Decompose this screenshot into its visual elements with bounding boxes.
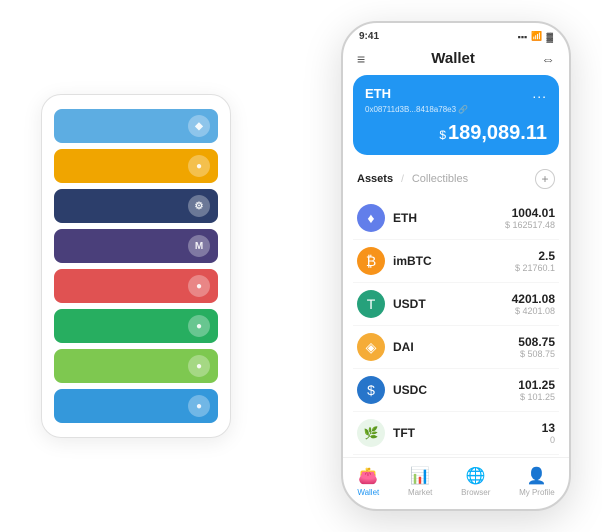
assets-header: Assets / Collectibles + — [343, 165, 569, 197]
asset-name-imbtc: imBTC — [393, 254, 432, 268]
card-stack: ◆ ● ⚙ M ● ● ● ● — [41, 94, 231, 438]
card-item-2[interactable]: ⚙ — [54, 189, 218, 223]
eth-balance: $189,089.11 — [365, 122, 547, 145]
asset-icon-usdt: T — [357, 290, 385, 318]
table-row[interactable]: ♦ ETH 1004.01$ 162517.48 — [353, 197, 559, 240]
eth-card[interactable]: ETH ... 0x08711d3B...8418a78e3 🔗 $189,08… — [353, 75, 559, 155]
nav-item-browser[interactable]: 🌐 Browser — [461, 466, 490, 497]
page-title: Wallet — [431, 50, 475, 67]
asset-icon-eth: ♦ — [357, 204, 385, 232]
asset-name-dai: DAI — [393, 340, 414, 354]
asset-amount-usdt: 4201.08 — [512, 292, 555, 306]
asset-icon-dai: ◈ — [357, 333, 385, 361]
tab-divider: / — [401, 174, 404, 185]
battery-icon: ▓ — [546, 32, 553, 42]
card-icon-1: ● — [188, 155, 210, 177]
asset-right-5: 130 — [542, 421, 555, 445]
asset-right-1: 2.5$ 21760.1 — [515, 249, 555, 273]
scene: ◆ ● ⚙ M ● ● ● ● 9:41 ▪▪▪ 📶 ▓ ≡ Wallet ⇔ ETH ...… — [11, 11, 591, 521]
table-row[interactable]: ₿ imBTC 2.5$ 21760.1 — [353, 240, 559, 283]
asset-left-5: 🌿 TFT — [357, 419, 415, 447]
asset-name-tft: TFT — [393, 426, 415, 440]
asset-right-4: 101.25$ 101.25 — [518, 378, 555, 402]
card-icon-0: ◆ — [188, 115, 210, 137]
card-icon-5: ● — [188, 315, 210, 337]
nav-icon-my-profile: 👤 — [527, 466, 547, 486]
asset-amount-usdc: 101.25 — [518, 378, 555, 392]
asset-amount-eth: 1004.01 — [505, 206, 555, 220]
table-row[interactable]: 🌿 TFT 130 — [353, 412, 559, 455]
card-item-3[interactable]: M — [54, 229, 218, 263]
asset-name-usdc: USDC — [393, 383, 427, 397]
nav-label-browser: Browser — [461, 488, 490, 497]
asset-usd-tft: 0 — [542, 435, 555, 445]
asset-left-2: T USDT — [357, 290, 426, 318]
eth-label: ETH — [365, 86, 391, 101]
menu-icon[interactable]: ≡ — [357, 51, 365, 67]
asset-left-4: $ USDC — [357, 376, 427, 404]
asset-right-3: 508.75$ 508.75 — [518, 335, 555, 359]
asset-amount-tft: 13 — [542, 421, 555, 435]
card-icon-4: ● — [188, 275, 210, 297]
asset-usd-eth: $ 162517.48 — [505, 220, 555, 230]
asset-right-0: 1004.01$ 162517.48 — [505, 206, 555, 230]
card-item-5[interactable]: ● — [54, 309, 218, 343]
nav-label-wallet: Wallet — [357, 488, 379, 497]
card-icon-6: ● — [188, 355, 210, 377]
card-icon-2: ⚙ — [188, 195, 210, 217]
card-item-6[interactable]: ● — [54, 349, 218, 383]
table-row[interactable]: ◈ DAI 508.75$ 508.75 — [353, 326, 559, 369]
card-icon-7: ● — [188, 395, 210, 417]
nav-icon-market: 📊 — [410, 466, 430, 486]
asset-amount-dai: 508.75 — [518, 335, 555, 349]
card-item-1[interactable]: ● — [54, 149, 218, 183]
bottom-nav: 👛 Wallet 📊 Market 🌐 Browser 👤 My Profile — [343, 457, 569, 509]
nav-item-market[interactable]: 📊 Market — [408, 466, 432, 497]
table-row[interactable]: $ USDC 101.25$ 101.25 — [353, 369, 559, 412]
eth-more-button[interactable]: ... — [532, 85, 547, 101]
eth-card-header: ETH ... — [365, 85, 547, 101]
asset-name-usdt: USDT — [393, 297, 426, 311]
asset-left-0: ♦ ETH — [357, 204, 417, 232]
card-item-7[interactable]: ● — [54, 389, 218, 423]
wifi-icon: 📶 — [531, 31, 542, 42]
asset-icon-usdc: $ — [357, 376, 385, 404]
phone-frame: 9:41 ▪▪▪ 📶 ▓ ≡ Wallet ⇔ ETH ... 0x08711d… — [341, 21, 571, 511]
asset-right-2: 4201.08$ 4201.08 — [512, 292, 555, 316]
tab-assets[interactable]: Assets — [357, 173, 393, 185]
currency-symbol: $ — [439, 128, 446, 142]
asset-icon-imbtc: ₿ — [357, 247, 385, 275]
asset-list: ♦ ETH 1004.01$ 162517.48 ₿ imBTC 2.5$ 21760.1… — [343, 197, 569, 457]
asset-usd-dai: $ 508.75 — [518, 349, 555, 359]
asset-left-1: ₿ imBTC — [357, 247, 432, 275]
eth-address: 0x08711d3B...8418a78e3 🔗 — [365, 105, 547, 114]
card-item-0[interactable]: ◆ — [54, 109, 218, 143]
nav-item-my-profile[interactable]: 👤 My Profile — [519, 466, 555, 497]
status-bar: 9:41 ▪▪▪ 📶 ▓ — [343, 23, 569, 46]
nav-item-wallet[interactable]: 👛 Wallet — [357, 466, 379, 497]
phone-header: ≡ Wallet ⇔ — [343, 46, 569, 75]
nav-label-my-profile: My Profile — [519, 488, 555, 497]
assets-tabs: Assets / Collectibles — [357, 173, 468, 185]
tab-collectibles[interactable]: Collectibles — [412, 173, 468, 185]
asset-name-eth: ETH — [393, 211, 417, 225]
asset-amount-imbtc: 2.5 — [515, 249, 555, 263]
balance-amount: 189,089.11 — [448, 122, 547, 144]
asset-usd-imbtc: $ 21760.1 — [515, 263, 555, 273]
nav-icon-wallet: 👛 — [358, 466, 378, 486]
card-item-4[interactable]: ● — [54, 269, 218, 303]
status-icons: ▪▪▪ 📶 ▓ — [518, 31, 553, 42]
nav-icon-browser: 🌐 — [466, 466, 486, 486]
asset-usd-usdc: $ 101.25 — [518, 392, 555, 402]
nav-label-market: Market — [408, 488, 432, 497]
expand-icon[interactable]: ⇔ — [541, 51, 555, 67]
table-row[interactable]: T USDT 4201.08$ 4201.08 — [353, 283, 559, 326]
time-label: 9:41 — [359, 31, 379, 42]
asset-usd-usdt: $ 4201.08 — [512, 306, 555, 316]
signal-icon: ▪▪▪ — [518, 32, 528, 42]
add-asset-button[interactable]: + — [535, 169, 555, 189]
card-icon-3: M — [188, 235, 210, 257]
asset-left-3: ◈ DAI — [357, 333, 414, 361]
asset-icon-tft: 🌿 — [357, 419, 385, 447]
